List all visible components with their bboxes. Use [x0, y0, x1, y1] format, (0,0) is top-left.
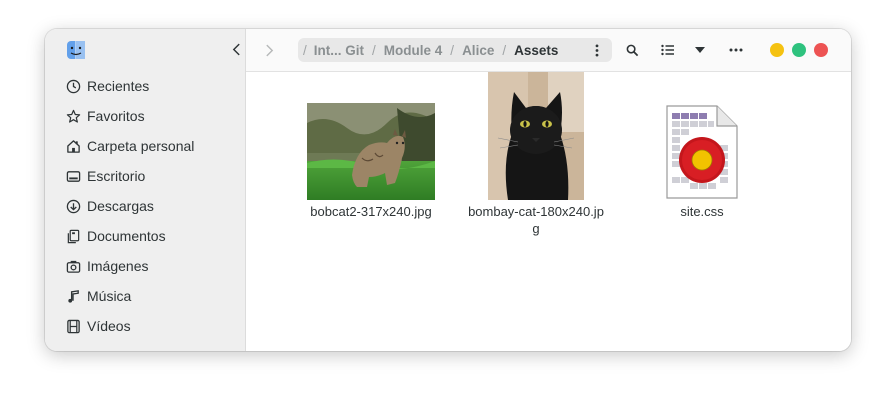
finder-app-icon	[66, 40, 86, 60]
file-item[interactable]: bobcat2-317x240.jpg	[296, 72, 446, 220]
minimize-button[interactable]	[770, 43, 784, 57]
breadcrumb: / Int... Git / Module 4 / Alice / Assets	[298, 38, 612, 62]
desktop-icon	[65, 168, 81, 184]
file-thumbnail	[461, 72, 611, 200]
breadcrumb-item[interactable]: Alice	[462, 43, 494, 58]
breadcrumb-current[interactable]: Assets	[514, 43, 558, 58]
black-cat-thumbnail-image	[488, 72, 584, 200]
sidebar-item-favoritos[interactable]: Favoritos	[45, 101, 245, 131]
sidebar-item-descargas[interactable]: Descargas	[45, 191, 245, 221]
search-button[interactable]	[622, 40, 642, 60]
sidebar-item-label: Favoritos	[87, 108, 145, 124]
sidebar-header	[45, 29, 245, 71]
collapse-sidebar-button[interactable]	[229, 41, 243, 57]
list-view-icon	[661, 44, 674, 56]
list-view-button[interactable]	[658, 40, 678, 60]
download-icon	[65, 198, 81, 214]
clock-icon	[65, 78, 81, 94]
sidebar-item-label: Imágenes	[87, 258, 149, 274]
documents-icon	[65, 228, 81, 244]
sidebar-item-label: Documentos	[87, 228, 166, 244]
sidebar-item-escritorio[interactable]: Escritorio	[45, 161, 245, 191]
file-item[interactable]: site.css	[627, 72, 777, 220]
sidebar-item-musica[interactable]: Música	[45, 281, 245, 311]
file-thumbnail	[296, 72, 446, 200]
file-grid: bobcat2-317x240.jpg bombay-cat-180x240.j…	[246, 72, 851, 351]
close-button[interactable]	[814, 43, 828, 57]
sidebar-item-label: Música	[87, 288, 132, 304]
vertical-dots-icon	[595, 43, 599, 57]
star-icon	[65, 108, 81, 124]
bobcat-thumbnail-image	[307, 103, 435, 200]
sidebar-item-label: Escritorio	[87, 168, 146, 184]
path-menu-button[interactable]	[590, 42, 604, 58]
places-list: Recientes Favoritos Carpeta personal Esc…	[45, 71, 245, 341]
main-pane: / Int... Git / Module 4 / Alice / Assets	[246, 29, 851, 351]
home-icon	[65, 138, 81, 154]
path-separator: /	[303, 42, 307, 58]
search-icon	[626, 44, 638, 56]
path-separator: /	[450, 42, 455, 58]
maximize-button[interactable]	[792, 43, 806, 57]
sidebar-item-documentos[interactable]: Documentos	[45, 221, 245, 251]
film-icon	[65, 318, 81, 334]
sidebar-item-label: Recientes	[87, 78, 150, 94]
sidebar: Recientes Favoritos Carpeta personal Esc…	[45, 29, 246, 351]
file-name: bobcat2-317x240.jpg	[310, 204, 432, 219]
breadcrumb-item[interactable]: Int... Git	[314, 43, 364, 58]
breadcrumb-item[interactable]: Module 4	[384, 43, 443, 58]
horizontal-dots-icon	[729, 48, 743, 52]
path-separator: /	[502, 42, 507, 58]
file-name: site.css	[680, 204, 724, 219]
menu-button[interactable]	[726, 40, 746, 60]
dropdown-arrow-icon	[695, 47, 705, 53]
sidebar-item-label: Vídeos	[87, 318, 131, 334]
header-bar: / Int... Git / Module 4 / Alice / Assets	[246, 29, 851, 72]
path-separator: /	[372, 42, 376, 58]
sidebar-item-label: Carpeta personal	[87, 138, 195, 154]
css-file-icon	[666, 105, 738, 199]
file-name: bombay-cat-180x240.jpg	[468, 204, 604, 236]
sidebar-item-videos[interactable]: Vídeos	[45, 311, 245, 341]
file-item[interactable]: bombay-cat-180x240.jpg	[461, 72, 611, 237]
sidebar-item-label: Descargas	[87, 198, 154, 214]
camera-icon	[65, 258, 81, 274]
forward-button[interactable]	[260, 40, 278, 60]
music-icon	[65, 288, 81, 304]
sidebar-item-carpeta-personal[interactable]: Carpeta personal	[45, 131, 245, 161]
sidebar-item-imagenes[interactable]: Imágenes	[45, 251, 245, 281]
sidebar-item-recientes[interactable]: Recientes	[45, 71, 245, 101]
file-manager-window: Recientes Favoritos Carpeta personal Esc…	[45, 29, 851, 351]
chevron-left-icon	[232, 43, 240, 55]
chevron-right-icon	[265, 44, 273, 56]
view-options-button[interactable]	[690, 40, 710, 60]
file-thumbnail	[627, 72, 777, 200]
